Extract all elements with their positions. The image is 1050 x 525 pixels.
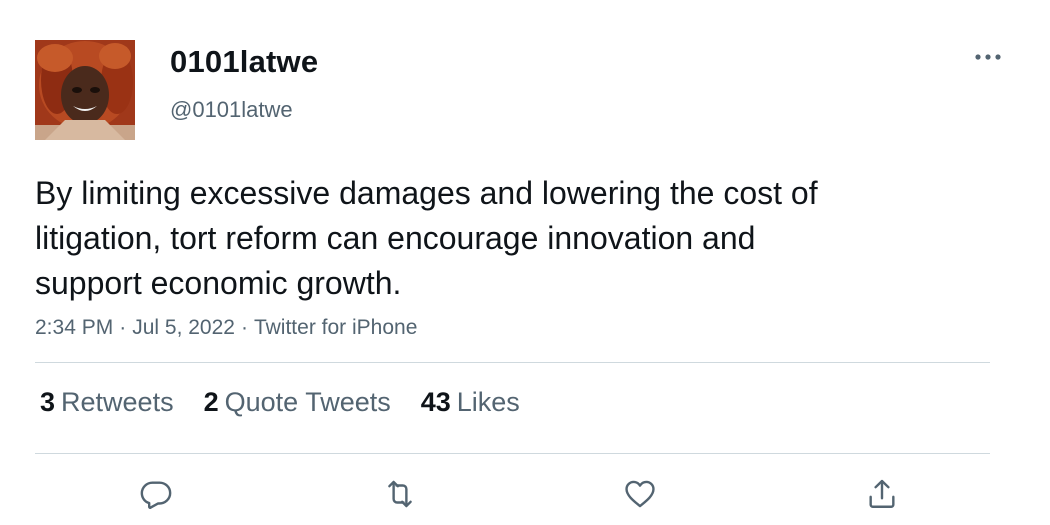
more-options-button[interactable] [966,42,1010,72]
avatar[interactable] [35,40,135,140]
user-handle[interactable]: @0101latwe [170,97,293,123]
divider [35,453,990,454]
quote-tweets-stat[interactable]: 2 Quote Tweets [204,387,391,418]
display-name[interactable]: 0101latwe [170,44,318,80]
quote-tweets-label: Quote Tweets [224,387,391,417]
share-icon [869,479,895,508]
tweet-date[interactable]: Jul 5, 2022 [132,316,235,339]
reply-icon [140,481,172,509]
meta-separator: · [240,316,248,339]
retweets-label: Retweets [61,387,174,417]
likes-stat[interactable]: 43 Likes [421,387,520,418]
retweets-stat[interactable]: 3 Retweets [40,387,174,418]
avatar-image [35,40,135,140]
divider [35,362,990,363]
tweet-text: By limiting excessive damages and loweri… [35,175,818,301]
likes-count: 43 [420,387,451,417]
like-button[interactable] [618,472,662,516]
reply-button[interactable] [134,472,178,516]
tweet-source[interactable]: Twitter for iPhone [254,316,417,339]
tweet-metadata: 2:34 PM · Jul 5, 2022 · Twitter for iPhone [35,316,417,340]
likes-label: Likes [456,387,520,417]
meta-separator: · [119,316,127,339]
retweets-count: 3 [40,387,56,417]
more-horizontal-icon [975,54,1001,60]
tweet-time[interactable]: 2:34 PM [35,316,113,339]
retweet-icon [388,480,412,508]
engagement-stats: 3 Retweets 2 Quote Tweets 43 Likes [40,387,520,418]
share-button[interactable] [860,472,904,516]
quote-tweets-count: 2 [203,387,219,417]
heart-icon [625,480,655,508]
retweet-button[interactable] [378,472,422,516]
